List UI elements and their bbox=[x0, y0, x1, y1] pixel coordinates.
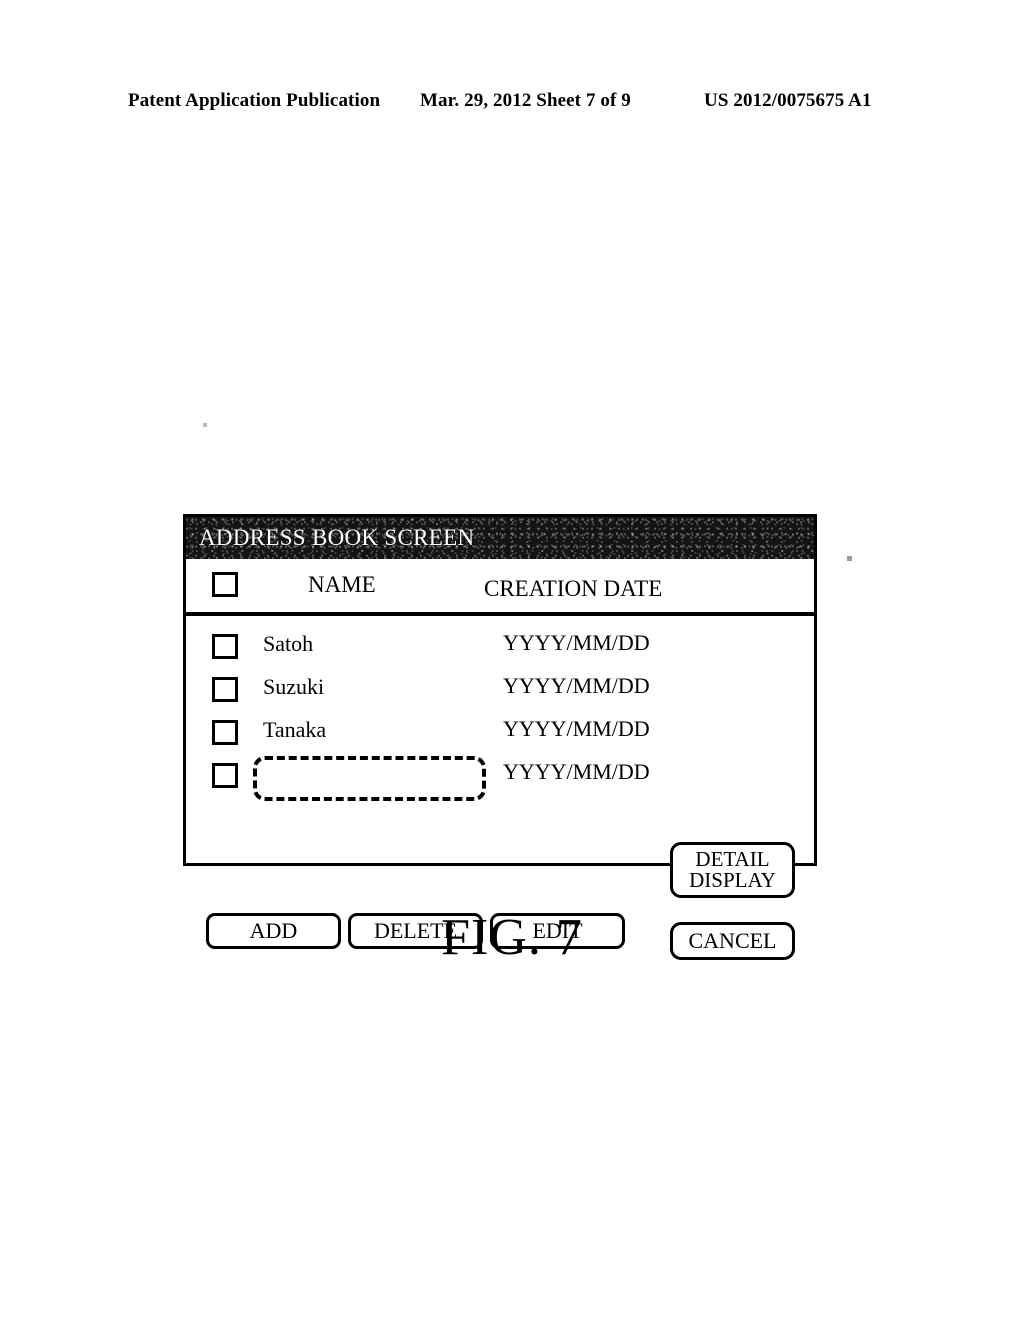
detail-display-label-line1: DETAIL bbox=[695, 846, 770, 871]
scan-artifact-speck bbox=[847, 556, 852, 561]
scan-artifact-speck bbox=[203, 423, 207, 427]
table-row[interactable]: Suzuki YYYY/MM/DD bbox=[186, 671, 814, 714]
table-header-row: NAME CREATION DATE bbox=[186, 559, 814, 616]
empty-name-input[interactable] bbox=[253, 756, 486, 801]
row-checkbox[interactable] bbox=[212, 763, 238, 788]
address-book-dialog: ADDRESS BOOK SCREEN NAME CREATION DATE S… bbox=[183, 514, 817, 960]
row-checkbox[interactable] bbox=[212, 634, 238, 659]
row-creation-date: YYYY/MM/DD bbox=[503, 673, 650, 698]
table-row[interactable]: Satoh YYYY/MM/DD bbox=[186, 628, 814, 671]
row-creation-date: YYYY/MM/DD bbox=[503, 759, 650, 784]
dialog-title: ADDRESS BOOK SCREEN bbox=[199, 525, 475, 550]
row-creation-date: YYYY/MM/DD bbox=[503, 630, 650, 655]
dialog-titlebar: ADDRESS BOOK SCREEN bbox=[186, 517, 814, 559]
table-row[interactable]: Tanaka YYYY/MM/DD bbox=[186, 714, 814, 757]
address-list: Satoh YYYY/MM/DD Suzuki YYYY/MM/DD Tanak… bbox=[186, 616, 814, 960]
column-header-name: NAME bbox=[308, 572, 376, 597]
row-name: Suzuki bbox=[263, 674, 325, 699]
row-name: Tanaka bbox=[263, 717, 327, 742]
row-creation-date: YYYY/MM/DD bbox=[503, 716, 650, 741]
publication-number: US 2012/0075675 A1 bbox=[704, 90, 872, 111]
page-header: Patent Application Publication Mar. 29, … bbox=[0, 88, 1024, 114]
figure-caption: FIG. 7 bbox=[441, 909, 583, 966]
row-name: Satoh bbox=[263, 631, 314, 656]
publication-label: Patent Application Publication bbox=[128, 90, 381, 111]
column-header-creation-date: CREATION DATE bbox=[484, 576, 663, 601]
table-row[interactable]: YYYY/MM/DD bbox=[186, 756, 814, 801]
row-checkbox[interactable] bbox=[212, 720, 238, 745]
row-checkbox[interactable] bbox=[212, 677, 238, 702]
select-all-checkbox[interactable] bbox=[212, 572, 238, 597]
detail-display-button[interactable]: DETAIL DISPLAY bbox=[670, 842, 795, 898]
date-sheet-label: Mar. 29, 2012 Sheet 7 of 9 bbox=[420, 90, 631, 111]
detail-display-label-line2: DISPLAY bbox=[689, 868, 776, 892]
